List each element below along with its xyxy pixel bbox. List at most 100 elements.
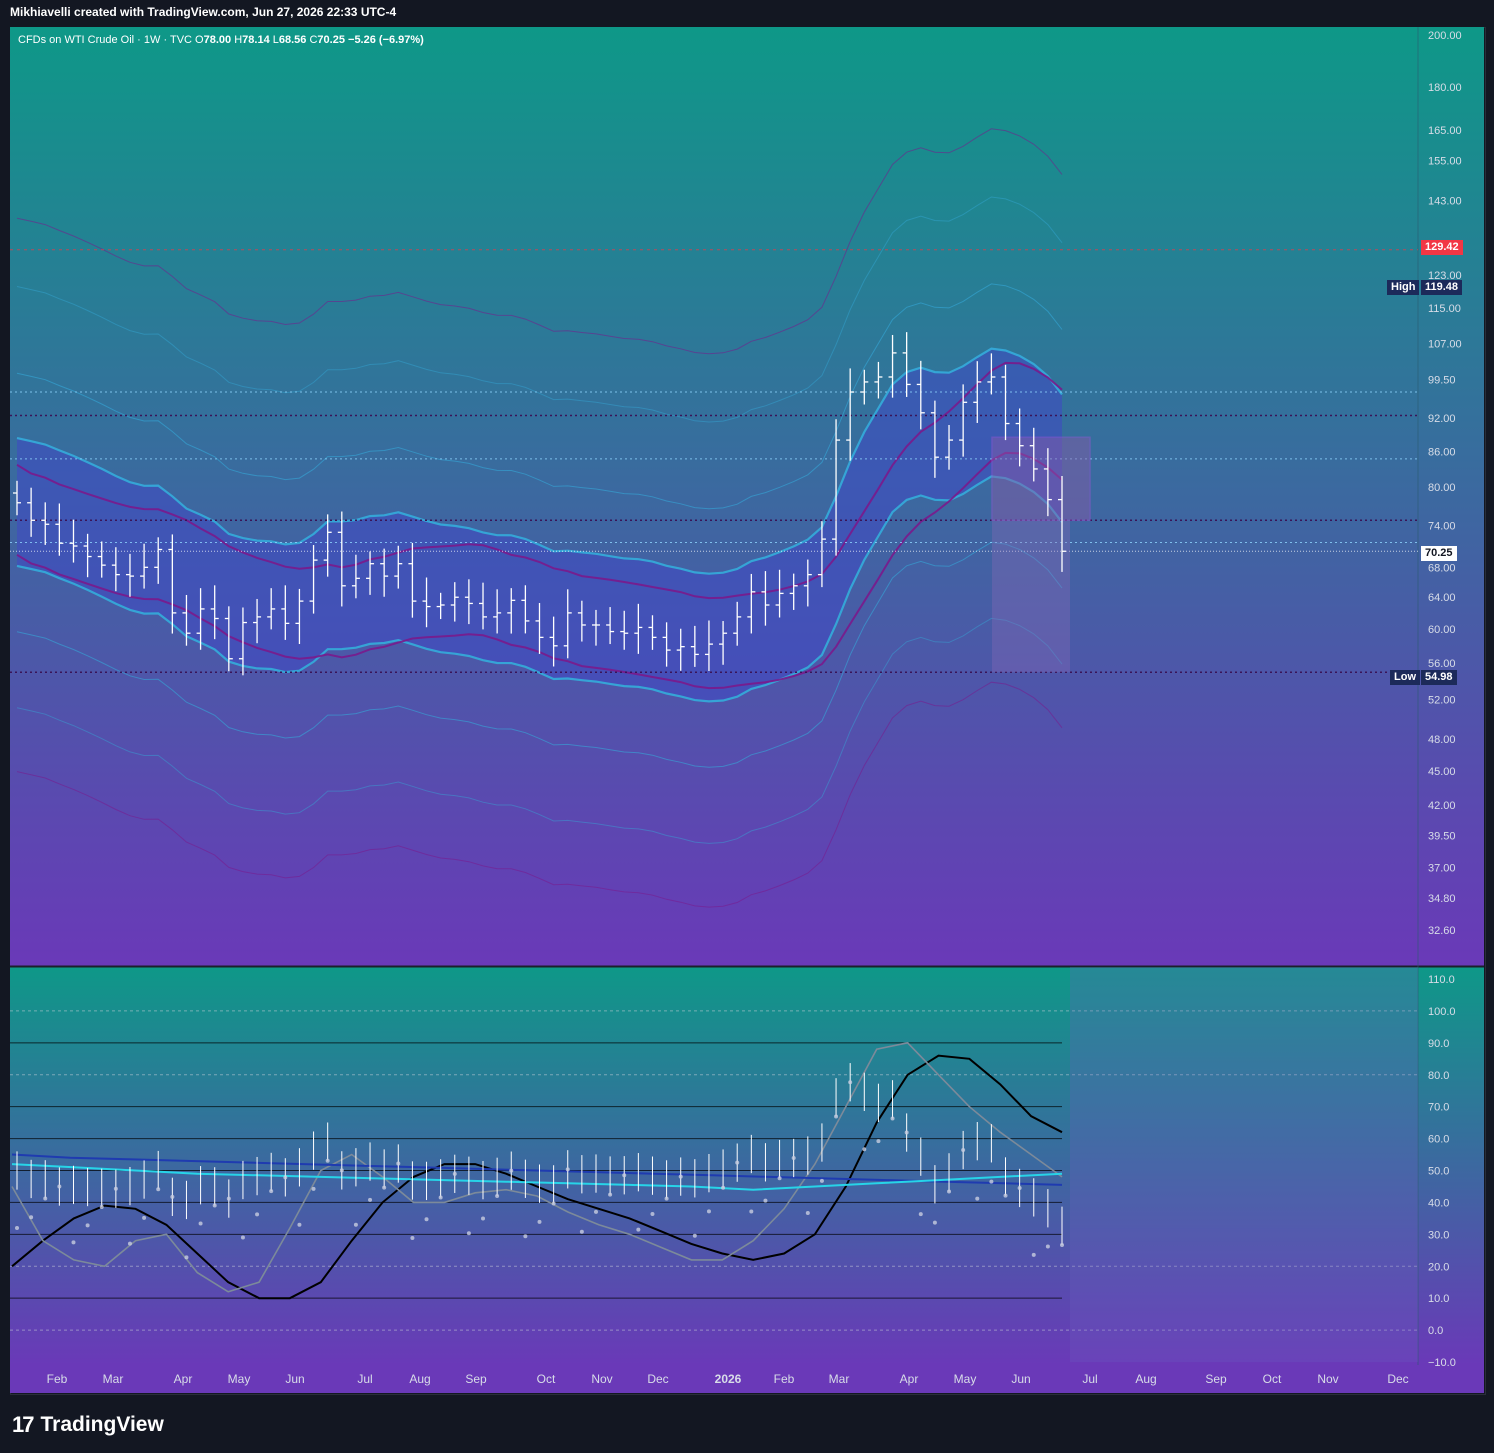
price-tick: 52.00	[1428, 695, 1456, 707]
osc-dot	[410, 1235, 415, 1240]
osc-dot	[85, 1223, 90, 1228]
legend-change: −5.26 (−6.97%)	[348, 34, 424, 46]
osc-dot	[184, 1255, 189, 1260]
legend-high-label: H	[234, 34, 243, 46]
osc-dot	[297, 1222, 302, 1227]
osc-dot	[142, 1215, 147, 1220]
legend-high: 78.14	[242, 34, 270, 46]
osc-dot	[438, 1195, 443, 1200]
osc-dot	[1031, 1252, 1036, 1257]
osc-dot	[650, 1211, 655, 1216]
time-tick: May	[228, 1372, 251, 1386]
osc-dot	[947, 1189, 952, 1194]
price-tick: 155.00	[1428, 156, 1462, 168]
legend-close: 70.25	[317, 34, 345, 46]
osc-dot	[523, 1234, 528, 1239]
osc-dot	[396, 1161, 401, 1166]
osc-dot	[989, 1179, 994, 1184]
chart-canvas[interactable]: 200.00180.00165.00155.00143.00131.00123.…	[10, 27, 1484, 1393]
osc-tick: 0.0	[1428, 1325, 1443, 1337]
time-tick: Dec	[1387, 1372, 1408, 1386]
projection-box	[991, 436, 1091, 522]
high-badge: 119.48	[1421, 280, 1463, 295]
osc-dot	[226, 1196, 231, 1201]
osc-tick: −10.0	[1428, 1357, 1456, 1369]
osc-dot	[71, 1240, 76, 1245]
osc-dot	[819, 1178, 824, 1183]
legend-open-label: O	[195, 34, 204, 46]
price-tick: 39.50	[1428, 830, 1456, 842]
osc-dot	[127, 1241, 132, 1246]
osc-dot	[904, 1130, 909, 1135]
osc-dot	[636, 1227, 641, 1232]
osc-dot	[593, 1209, 598, 1214]
osc-tick: 90.0	[1428, 1038, 1449, 1050]
osc-dot	[678, 1174, 683, 1179]
chart-attribution: Mikhiavelli created with TradingView.com…	[10, 5, 397, 19]
osc-tick: 20.0	[1428, 1261, 1449, 1273]
time-tick: Aug	[1135, 1372, 1156, 1386]
time-tick: Jun	[1011, 1372, 1030, 1386]
price-tick: 86.00	[1428, 446, 1456, 458]
last-price-badge: 70.25	[1421, 546, 1457, 561]
osc-dot	[156, 1187, 161, 1192]
tradingview-logo[interactable]: 17 TradingView	[12, 1410, 164, 1440]
low-badge: 54.98	[1421, 670, 1457, 685]
time-tick: Apr	[900, 1372, 919, 1386]
osc-dot	[777, 1176, 782, 1181]
price-tick: 60.00	[1428, 624, 1456, 636]
osc-dot	[113, 1186, 118, 1191]
time-tick: 2026	[715, 1372, 742, 1386]
osc-dot	[452, 1171, 457, 1176]
price-tick: 80.00	[1428, 482, 1456, 494]
osc-dot	[706, 1209, 711, 1214]
osc-dot	[424, 1217, 429, 1222]
osc-tick: 10.0	[1428, 1293, 1449, 1305]
osc-dot	[509, 1168, 514, 1173]
price-tick: 64.00	[1428, 592, 1456, 604]
time-tick: Apr	[174, 1372, 193, 1386]
osc-tick: 30.0	[1428, 1229, 1449, 1241]
time-tick: Jul	[357, 1372, 372, 1386]
osc-dot	[664, 1196, 669, 1201]
osc-dot	[975, 1196, 980, 1201]
time-tick: Sep	[1205, 1372, 1227, 1386]
osc-dot	[29, 1215, 34, 1220]
price-tick: 34.80	[1428, 893, 1456, 905]
time-tick: Feb	[774, 1372, 795, 1386]
osc-dot	[1060, 1242, 1064, 1247]
osc-dot	[57, 1184, 62, 1189]
price-tick: 32.60	[1428, 925, 1456, 937]
price-tick: 115.00	[1428, 303, 1461, 315]
tradingview-logo-text: TradingView	[40, 1413, 164, 1436]
osc-dot	[763, 1198, 768, 1203]
price-tick: 200.00	[1428, 30, 1462, 42]
osc-dot	[466, 1231, 471, 1236]
osc-dot	[692, 1233, 697, 1238]
osc-tick: 110.0	[1428, 974, 1455, 986]
time-tick: Nov	[591, 1372, 612, 1386]
osc-dot	[848, 1080, 853, 1085]
time-tick: Dec	[647, 1372, 668, 1386]
osc-dot	[311, 1186, 316, 1191]
osc-dot	[918, 1212, 923, 1217]
osc-dot	[890, 1116, 895, 1121]
osc-dot	[481, 1216, 486, 1221]
osc-dot	[170, 1194, 175, 1199]
time-tick: Feb	[47, 1372, 68, 1386]
osc-dot	[608, 1192, 613, 1197]
legend-open: 78.00	[203, 34, 232, 46]
price-tick: 56.00	[1428, 658, 1456, 670]
osc-dot	[791, 1155, 796, 1160]
osc-dot	[551, 1201, 556, 1206]
tradingview-logo-icon: 17	[12, 1412, 35, 1437]
osc-dot	[805, 1210, 810, 1215]
time-tick: Mar	[829, 1372, 850, 1386]
price-tick: 74.00	[1428, 521, 1456, 533]
time-tick: Jun	[285, 1372, 304, 1386]
time-tick: Jul	[1082, 1372, 1097, 1386]
price-tick: 68.00	[1428, 562, 1456, 574]
time-tick: Aug	[409, 1372, 430, 1386]
osc-tick: 80.0	[1428, 1070, 1449, 1082]
price-tick: 45.00	[1428, 766, 1456, 778]
